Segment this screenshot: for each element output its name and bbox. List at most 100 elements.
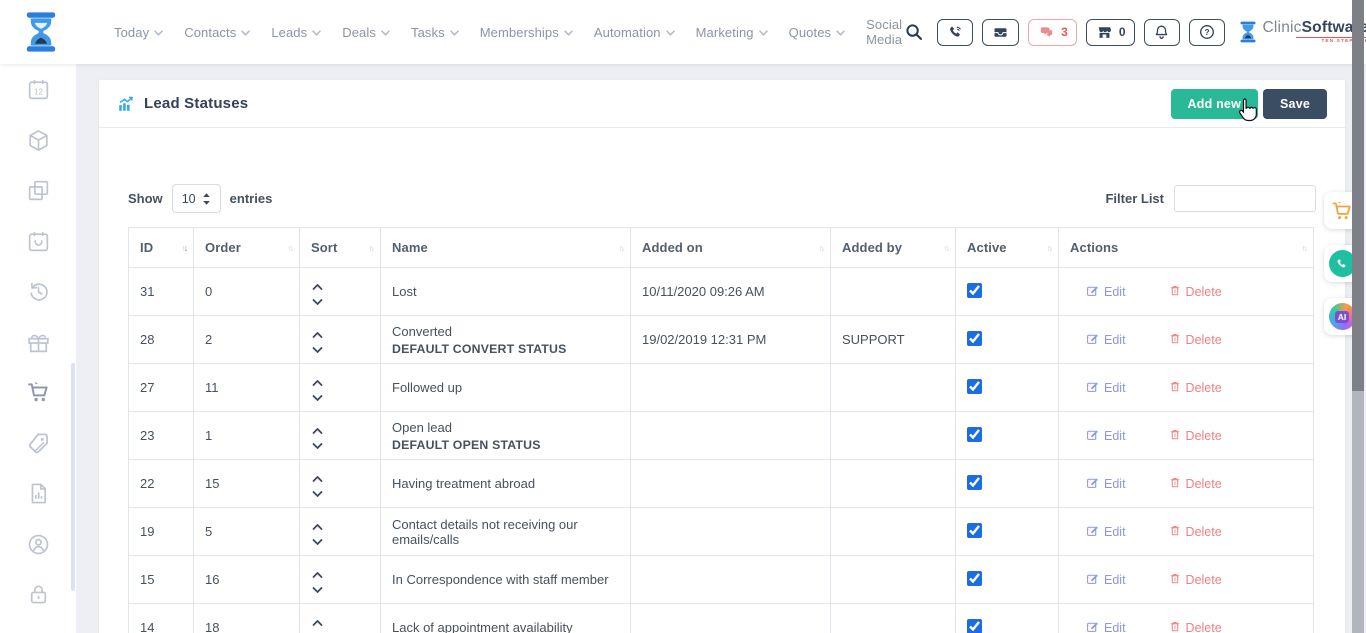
menu-item-tasks[interactable]: Tasks	[411, 23, 459, 41]
move-up-button[interactable]	[309, 423, 325, 433]
sidebar-item-cart[interactable]	[26, 380, 51, 405]
active-checkbox[interactable]	[967, 427, 982, 442]
menu-item-automation[interactable]: Automation	[594, 23, 675, 41]
move-down-button[interactable]	[309, 390, 325, 400]
status-name: Open lead	[392, 420, 619, 435]
move-up-button[interactable]	[309, 615, 325, 625]
menu-item-label: Today	[114, 25, 149, 40]
move-up-button[interactable]	[309, 279, 325, 289]
sidebar-item-lock[interactable]	[26, 582, 51, 607]
delete-button[interactable]: Delete	[1169, 380, 1222, 396]
notifications-button[interactable]	[1144, 19, 1180, 46]
cell-added-on	[631, 556, 831, 604]
edit-button[interactable]: Edit	[1086, 476, 1126, 492]
sidebar-item-account[interactable]	[26, 532, 51, 557]
active-checkbox[interactable]	[967, 571, 982, 586]
sidebar-item-package[interactable]	[26, 128, 51, 153]
sidebar-item-tags[interactable]	[26, 431, 51, 456]
chat-button[interactable]: 3	[1028, 19, 1077, 46]
column-header-actions[interactable]: Actions↑↓	[1059, 228, 1314, 268]
active-checkbox[interactable]	[967, 283, 982, 298]
page-scrollbar[interactable]	[1352, 0, 1364, 633]
menu-item-memberships[interactable]: Memberships	[480, 23, 573, 41]
phone-button[interactable]	[937, 19, 973, 46]
add-new-button[interactable]: Add new	[1171, 89, 1258, 119]
sidebar-scrollbar[interactable]	[71, 363, 75, 591]
status-name: In Correspondence with staff member	[392, 572, 619, 587]
edit-button[interactable]: Edit	[1086, 332, 1126, 348]
move-down-button[interactable]	[309, 486, 325, 496]
sidebar-item-calendar-check[interactable]	[26, 229, 51, 254]
cell-order: 11	[194, 364, 300, 412]
menu-item-social-media[interactable]: Social Media	[866, 17, 902, 47]
sidebar-item-report[interactable]	[26, 481, 51, 506]
edit-button[interactable]: Edit	[1086, 620, 1126, 633]
sidebar-item-calendar-12[interactable]: 12	[26, 77, 51, 102]
delete-button[interactable]: Delete	[1169, 284, 1222, 300]
sidebar-item-gift[interactable]	[26, 330, 51, 355]
inbox-button[interactable]	[982, 19, 1019, 46]
cell-id: 28	[129, 316, 194, 364]
menu-item-deals[interactable]: Deals	[342, 23, 390, 41]
edit-button[interactable]: Edit	[1086, 284, 1126, 300]
move-up-button[interactable]	[309, 567, 325, 577]
clinicsoftware-logo[interactable]: ClinicSoftware.com TEN STEPS AHEAD	[1238, 20, 1366, 44]
menu-item-contacts[interactable]: Contacts	[184, 23, 250, 41]
move-up-button[interactable]	[309, 375, 325, 385]
column-header-added-by[interactable]: Added by↑↓	[831, 228, 956, 268]
column-header-id[interactable]: ID↑↓	[129, 228, 194, 268]
store-button[interactable]: 0	[1086, 19, 1135, 46]
app-logo-icon[interactable]	[22, 10, 60, 54]
move-down-button[interactable]	[309, 342, 325, 352]
edit-button[interactable]: Edit	[1086, 428, 1126, 444]
column-label: Sort	[311, 240, 337, 255]
active-checkbox[interactable]	[967, 619, 982, 633]
delete-button[interactable]: Delete	[1169, 620, 1222, 633]
delete-button[interactable]: Delete	[1169, 428, 1222, 444]
column-header-active[interactable]: Active↑↓	[956, 228, 1059, 268]
cell-name: Lack of appointment availability	[381, 604, 631, 633]
delete-button[interactable]: Delete	[1169, 524, 1222, 540]
column-header-added-on[interactable]: Added on↑↓	[631, 228, 831, 268]
move-down-button[interactable]	[309, 438, 325, 448]
sidebar-item-history[interactable]	[26, 279, 51, 304]
move-up-button[interactable]	[309, 519, 325, 529]
column-header-name[interactable]: Name↑↓	[381, 228, 631, 268]
edit-button[interactable]: Edit	[1086, 524, 1126, 540]
menu-item-marketing[interactable]: Marketing	[696, 23, 768, 41]
search-icon[interactable]	[902, 20, 926, 44]
move-up-button[interactable]	[309, 327, 325, 337]
filter-input[interactable]	[1174, 185, 1316, 212]
move-down-button[interactable]	[309, 582, 325, 592]
cell-sort	[300, 364, 381, 412]
sidebar-item-copy-pages[interactable]	[26, 178, 51, 203]
cell-id: 15	[129, 556, 194, 604]
select-arrows-icon	[202, 192, 211, 206]
edit-icon	[1086, 476, 1099, 492]
scrollbar-thumb[interactable]	[1352, 0, 1364, 391]
cart-icon	[26, 380, 51, 405]
delete-button[interactable]: Delete	[1169, 332, 1222, 348]
move-down-button[interactable]	[309, 534, 325, 544]
save-button[interactable]: Save	[1263, 89, 1327, 119]
entries-select[interactable]: 10	[172, 184, 221, 213]
delete-button[interactable]: Delete	[1169, 572, 1222, 588]
edit-button[interactable]: Edit	[1086, 572, 1126, 588]
active-checkbox[interactable]	[967, 379, 982, 394]
menu-item-label: Quotes	[789, 25, 832, 40]
move-down-button[interactable]	[309, 294, 325, 304]
help-button[interactable]: ?	[1189, 19, 1225, 46]
menu-item-leads[interactable]: Leads	[271, 23, 321, 41]
active-checkbox[interactable]	[967, 475, 982, 490]
column-header-sort[interactable]: Sort↑↓	[300, 228, 381, 268]
cell-id: 22	[129, 460, 194, 508]
move-up-button[interactable]	[309, 471, 325, 481]
active-checkbox[interactable]	[967, 331, 982, 346]
edit-button[interactable]: Edit	[1086, 380, 1126, 396]
menu-item-quotes[interactable]: Quotes	[789, 23, 846, 41]
active-checkbox[interactable]	[967, 523, 982, 538]
delete-button[interactable]: Delete	[1169, 476, 1222, 492]
report-icon	[26, 481, 51, 506]
column-header-order[interactable]: Order↑↓	[194, 228, 300, 268]
menu-item-today[interactable]: Today	[114, 23, 163, 41]
